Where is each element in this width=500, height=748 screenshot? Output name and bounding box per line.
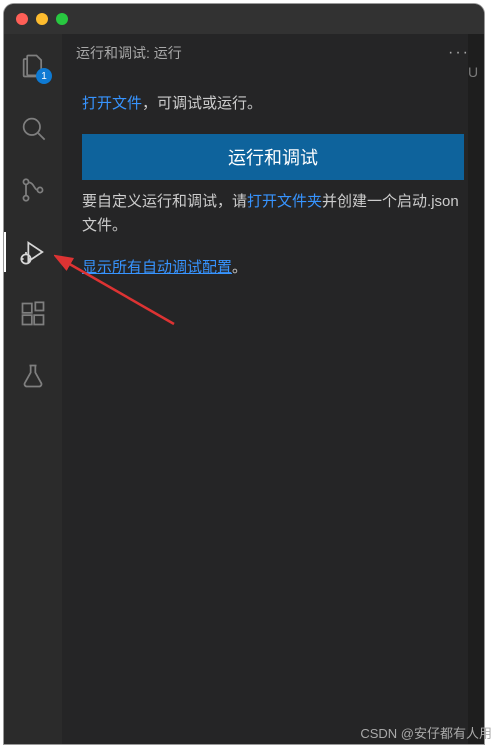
activity-extensions[interactable] bbox=[4, 292, 62, 336]
open-file-paragraph: 打开文件，可调试或运行。 bbox=[82, 92, 464, 116]
customize-prefix: 要自定义运行和调试，请 bbox=[82, 193, 247, 210]
show-all-suffix: 。 bbox=[232, 259, 247, 276]
show-all-auto-debug-link[interactable]: 显示所有自动调试配置 bbox=[82, 259, 232, 276]
minimize-window-button[interactable] bbox=[36, 13, 48, 25]
activity-run-debug[interactable] bbox=[4, 230, 62, 274]
customize-paragraph: 要自定义运行和调试，请打开文件夹并创建一个启动.json 文件。 bbox=[82, 190, 464, 238]
editor-area-edge bbox=[468, 34, 484, 744]
watermark-text: CSDN @安仔都有人用 bbox=[360, 723, 492, 742]
activity-bar: 1 bbox=[4, 34, 62, 744]
source-control-icon bbox=[19, 176, 47, 204]
search-icon bbox=[19, 114, 47, 142]
editor-git-status-hint: U bbox=[468, 64, 484, 80]
flask-icon bbox=[19, 362, 47, 390]
titlebar bbox=[4, 4, 484, 34]
run-debug-icon bbox=[19, 238, 47, 266]
activity-source-control[interactable] bbox=[4, 168, 62, 212]
activity-testing[interactable] bbox=[4, 354, 62, 398]
open-folder-link[interactable]: 打开文件夹 bbox=[247, 193, 322, 210]
open-file-link[interactable]: 打开文件 bbox=[82, 95, 142, 112]
extensions-icon bbox=[19, 300, 47, 328]
sidebar-title: 运行和调试: 运行 bbox=[76, 43, 182, 63]
more-actions-button[interactable]: ··· bbox=[448, 44, 470, 62]
explorer-badge: 1 bbox=[36, 68, 52, 84]
run-and-debug-button[interactable]: 运行和调试 bbox=[82, 134, 464, 180]
close-window-button[interactable] bbox=[16, 13, 28, 25]
show-all-paragraph: 显示所有自动调试配置。 bbox=[82, 256, 464, 280]
activity-explorer[interactable]: 1 bbox=[4, 44, 62, 88]
maximize-window-button[interactable] bbox=[56, 13, 68, 25]
activity-search[interactable] bbox=[4, 106, 62, 150]
run-and-debug-sidebar: 运行和调试: 运行 ··· 打开文件，可调试或运行。 运行和调试 要自定义运行和… bbox=[62, 34, 484, 744]
open-file-suffix: ，可调试或运行。 bbox=[142, 95, 262, 112]
